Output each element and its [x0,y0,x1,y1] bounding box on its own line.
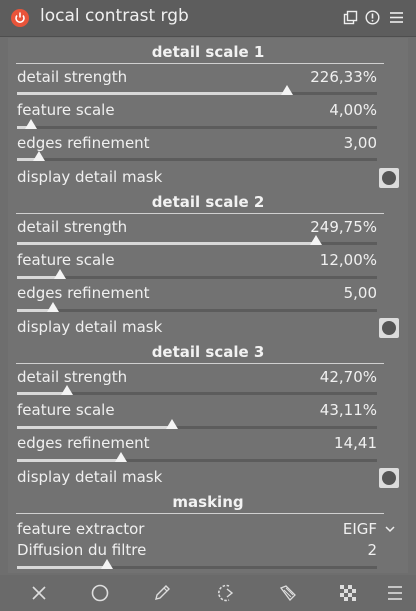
detail-strength-value[interactable]: 249,75% [310,218,377,236]
display-detail-mask-label: display detail mask [17,318,163,336]
slider-marker[interactable] [32,151,45,161]
feature-extractor-value[interactable]: EIGF [343,520,377,538]
edges-refinement-label: edges refinement [17,284,150,302]
section-divider [16,363,384,364]
module-header: local contrast rgb [0,0,416,37]
mask-indicator-icon [382,471,396,485]
feature-scale-value[interactable]: 4,00% [329,101,377,119]
detail-strength-label: detail strength [17,68,128,86]
feature-scale-label: feature scale [17,101,115,119]
edges-refinement-slider[interactable] [17,452,377,462]
edges-refinement-value[interactable]: 14,41 [334,434,377,452]
edges-refinement-label: edges refinement [17,134,150,152]
power-icon[interactable] [11,9,29,27]
feature-scale-slider[interactable] [17,419,377,429]
section-title-masking: masking [172,493,244,511]
pencil-icon[interactable] [152,583,172,603]
section-title-detail-scale-1: detail scale 1 [151,43,265,61]
edges-refinement-slider[interactable] [17,151,377,161]
feature-extractor-label: feature extractor [17,520,145,538]
drawn-parametric-icon[interactable] [216,583,236,603]
mask-indicator-icon [382,321,396,335]
section-divider [16,63,384,64]
feature-scale-slider[interactable] [17,269,377,279]
edges-refinement-value[interactable]: 5,00 [344,284,377,302]
section-title-detail-scale-3: detail scale 3 [151,343,265,361]
detail-strength-slider[interactable] [17,385,377,395]
slider-marker[interactable] [165,419,178,429]
slider-fill [17,459,122,462]
section-divider [16,513,384,514]
mask-toolbar [0,575,416,611]
display-detail-mask-toggle[interactable] [379,318,399,338]
slider-marker[interactable] [281,85,293,95]
detail-strength-slider[interactable] [17,85,377,95]
detail-strength-label: detail strength [17,368,128,386]
feature-scale-value[interactable]: 43,11% [320,401,377,419]
reset-icon[interactable] [365,10,380,25]
chevron-down-icon[interactable] [384,523,396,535]
display-detail-mask-toggle[interactable] [379,168,399,188]
slider-marker[interactable] [309,235,322,245]
slider-marker[interactable] [47,302,59,312]
module-title: local contrast rgb [40,6,189,26]
slider-fill [17,426,172,429]
edges-refinement-label: edges refinement [17,434,150,452]
presets-menu-icon[interactable] [389,10,404,25]
slider-marker[interactable] [61,385,74,395]
slider-fill [17,566,107,569]
display-detail-mask-label: display detail mask [17,468,163,486]
mask-indicator-icon [382,171,396,185]
slider-fill [17,242,316,245]
edges-refinement-slider[interactable] [17,302,377,312]
feature-scale-label: feature scale [17,251,115,269]
detail-strength-slider[interactable] [17,235,377,245]
circle-icon[interactable] [90,583,110,603]
detail-strength-label: detail strength [17,218,128,236]
slider-marker[interactable] [101,559,113,569]
slider-marker[interactable] [54,269,67,279]
menu-icon[interactable] [385,583,405,603]
multi-instance-icon[interactable] [343,10,358,25]
feature-scale-value[interactable]: 12,00% [320,251,377,269]
detail-strength-value[interactable]: 226,33% [310,68,377,86]
detail-strength-value[interactable]: 42,70% [320,368,377,386]
section-divider [16,213,384,214]
display-detail-mask-label: display detail mask [17,168,163,186]
raster-icon[interactable] [338,583,358,603]
feature-scale-slider[interactable] [17,119,377,129]
section-title-detail-scale-2: detail scale 2 [151,193,265,211]
slider-marker[interactable] [25,119,38,129]
diffusion-label: Diffusion du filtre [17,541,147,559]
diffusion-slider[interactable] [17,559,377,569]
slider-marker[interactable] [115,452,128,462]
close-icon[interactable] [29,583,49,603]
edges-refinement-value[interactable]: 3,00 [344,134,377,152]
display-detail-mask-toggle[interactable] [379,468,399,488]
diffusion-value[interactable]: 2 [367,541,377,559]
feature-scale-label: feature scale [17,401,115,419]
parametric-icon[interactable] [278,583,298,603]
slider-fill [17,92,287,95]
slider-fill [17,392,68,395]
